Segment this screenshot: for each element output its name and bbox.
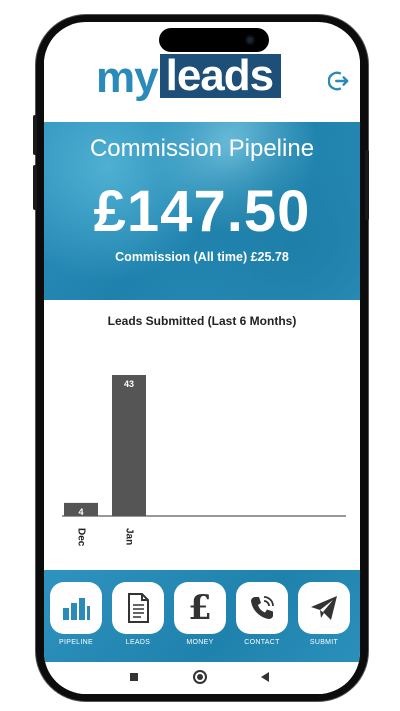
nav-submit[interactable]: SUBMIT — [296, 582, 352, 658]
camera-notch — [159, 28, 269, 52]
commission-amount: £147.50 — [93, 179, 311, 244]
app-header: my leads — [44, 52, 360, 122]
side-button — [33, 115, 37, 155]
chart-tick-label: Dec — [75, 528, 86, 547]
nav-label: PIPELINE — [59, 639, 93, 646]
nav-label: MONEY — [186, 639, 214, 646]
home-icon[interactable] — [192, 669, 208, 685]
hero-title: Commission Pipeline — [89, 135, 315, 162]
nav-money[interactable]: £ MONEY — [172, 582, 228, 658]
nav-contact[interactable]: CONTACT — [234, 582, 290, 658]
phone-screen: Commission Pipeline £147.50 Commission (… — [44, 22, 360, 694]
nav-pipeline[interactable]: PIPELINE — [48, 582, 104, 658]
bar-chart-icon — [50, 582, 102, 634]
hero-banner: Commission Pipeline £147.50 Commission (… — [44, 110, 360, 300]
bottom-nav: PIPELINE LEADS £ MONEY CONTACT SUBMIT — [44, 570, 360, 662]
logout-icon[interactable] — [328, 70, 350, 92]
logo-leads: leads — [159, 54, 282, 98]
back-icon[interactable] — [260, 671, 270, 683]
document-icon — [112, 582, 164, 634]
nav-label: SUBMIT — [309, 639, 339, 646]
chart-data-label: 43 — [124, 379, 134, 389]
system-nav-bar — [44, 662, 360, 694]
side-button — [33, 165, 37, 210]
pound-icon: £ — [174, 582, 226, 634]
chart-tick-label: Jan — [123, 528, 134, 545]
camera-icon — [245, 35, 255, 45]
chart-bar — [112, 375, 146, 516]
commission-all-time: Commission (All time) £25.78 — [115, 250, 289, 264]
chart-data-label: 4 — [78, 507, 83, 517]
nav-label: CONTACT — [244, 639, 280, 646]
recents-icon[interactable] — [130, 673, 138, 681]
app-logo: my leads — [96, 53, 282, 102]
leads-chart: Leads Submitted (Last 6 Months) 4 Dec 43 Ja… — [44, 300, 360, 575]
paper-plane-icon — [298, 582, 350, 634]
chart-canvas: 4 Dec 43 Jan — [62, 375, 346, 547]
phone-icon — [236, 582, 288, 634]
side-button — [365, 150, 369, 220]
nav-leads[interactable]: LEADS — [110, 582, 166, 658]
logo-my: my — [96, 53, 159, 102]
nav-label: LEADS — [125, 639, 151, 646]
